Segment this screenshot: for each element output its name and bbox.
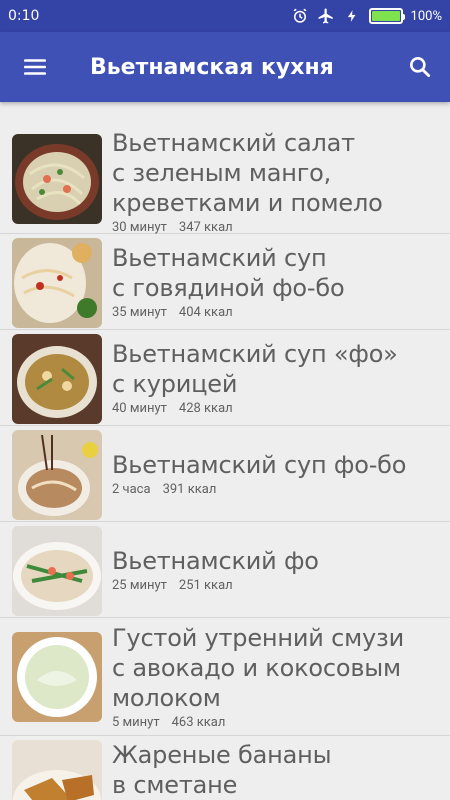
recipe-time: 40 минут: [112, 401, 167, 416]
hamburger-menu-icon: [23, 59, 47, 75]
recipe-time: 2 часа: [112, 482, 151, 497]
recipe-thumbnail: [12, 526, 102, 616]
recipe-title: Жареные бананы в сметане: [112, 740, 440, 800]
recipe-title: Вьетнамский фо: [112, 546, 440, 576]
recipe-text: Вьетнамский суп «фо» с курицей 40 минут 4…: [112, 334, 440, 421]
status-icons: 100%: [291, 7, 442, 25]
recipe-title-line: Вьетнамский суп: [112, 244, 327, 272]
recipe-thumbnail: [12, 134, 102, 224]
recipe-item[interactable]: Вьетнамский суп с говядиной фо-бо 35 мин…: [0, 234, 450, 330]
recipe-thumbnail: [12, 631, 102, 722]
recipe-text: Вьетнамский суп с говядиной фо-бо 35 мин…: [112, 238, 440, 325]
recipe-time: 5 минут: [112, 715, 160, 730]
recipe-text: Густой утренний смузи с авокадо и кокосо…: [112, 622, 440, 731]
recipe-title-line: Вьетнамский суп «фо»: [112, 340, 398, 368]
alarm-icon: [291, 7, 309, 25]
recipe-title-line: с авокадо и кокосовым: [112, 654, 401, 682]
recipe-list[interactable]: Вьетнамский салат с зеленым манго, креве…: [0, 102, 450, 800]
recipe-kcal: 428 ккал: [178, 401, 233, 416]
recipe-title: Вьетнамский салат с зеленым манго, креве…: [112, 128, 440, 218]
recipe-item[interactable]: Вьетнамский суп «фо» с курицей 40 минут 4…: [0, 330, 450, 426]
page-title: Вьетнамская кухня: [90, 54, 334, 80]
battery-text: 100%: [410, 8, 442, 24]
recipe-kcal: 463 ккал: [171, 715, 226, 730]
recipe-meta: 5 минут 463 ккал: [112, 715, 440, 730]
recipe-item[interactable]: Вьетнамский фо 25 минут 251 ккал: [0, 522, 450, 618]
recipe-text: Вьетнамский салат с зеленым манго, креве…: [112, 129, 440, 235]
charging-icon: [343, 7, 361, 25]
recipe-title: Вьетнамский суп «фо» с курицей: [112, 339, 440, 399]
app-bar: Вьетнамская кухня: [0, 32, 450, 102]
recipe-meta: 40 минут 428 ккал: [112, 401, 440, 416]
recipe-title-line: Вьетнамский фо: [112, 547, 319, 575]
recipe-title-line: с курицей: [112, 370, 238, 398]
recipe-meta: 2 часа 391 ккал: [112, 482, 440, 497]
recipe-text: Вьетнамский суп фо-бо 2 часа 391 ккал: [112, 430, 440, 517]
recipe-title-line: в сметане: [112, 771, 238, 799]
recipe-title-line: с говядиной фо-бо: [112, 274, 345, 302]
recipe-time: 30 минут: [112, 220, 167, 235]
recipe-kcal: 404 ккал: [178, 305, 233, 320]
recipe-time: 25 минут: [112, 578, 167, 593]
recipe-title-line: Вьетнамский салат: [112, 129, 355, 157]
recipe-thumbnail: [12, 740, 102, 800]
recipe-thumbnail: [12, 430, 102, 520]
recipe-title-line: креветками и помело: [112, 189, 383, 217]
recipe-title: Вьетнамский суп фо-бо: [112, 450, 440, 480]
recipe-text: Жареные бананы в сметане: [112, 740, 440, 800]
status-time: 0:10: [8, 8, 40, 24]
recipe-title: Густой утренний смузи с авокадо и кокосо…: [112, 623, 440, 713]
recipe-title-line: молоком: [112, 684, 221, 712]
recipe-title-line: с зеленым манго,: [112, 159, 332, 187]
recipe-kcal: 347 ккал: [178, 220, 233, 235]
recipe-item[interactable]: Густой утренний смузи с авокадо и кокосо…: [0, 618, 450, 736]
recipe-title-line: Густой утренний смузи: [112, 624, 404, 652]
recipe-kcal: 391 ккал: [162, 482, 217, 497]
recipe-title-line: Вьетнамский суп фо-бо: [112, 451, 407, 479]
recipe-item[interactable]: Жареные бананы в сметане: [0, 736, 450, 800]
recipe-title-line: Жареные бананы: [112, 741, 332, 769]
search-button[interactable]: [390, 32, 450, 102]
recipe-text: Вьетнамский фо 25 минут 251 ккал: [112, 526, 440, 613]
recipe-thumbnail: [12, 334, 102, 424]
recipe-kcal: 251 ккал: [178, 578, 233, 593]
recipe-meta: 35 минут 404 ккал: [112, 305, 440, 320]
status-bar: 0:10 100%: [0, 0, 450, 32]
recipe-meta: 25 минут 251 ккал: [112, 578, 440, 593]
recipe-item[interactable]: Вьетнамский салат с зеленым манго, креве…: [0, 129, 450, 235]
search-icon: [410, 57, 431, 78]
recipe-thumbnail: [12, 238, 102, 328]
recipe-meta: 30 минут 347 ккал: [112, 220, 440, 235]
recipe-item[interactable]: Вьетнамский суп фо-бо 2 часа 391 ккал: [0, 426, 450, 522]
menu-button[interactable]: [0, 32, 70, 102]
recipe-title: Вьетнамский суп с говядиной фо-бо: [112, 243, 440, 303]
airplane-icon: [317, 7, 335, 25]
recipe-time: 35 минут: [112, 305, 167, 320]
battery-icon: [368, 8, 405, 24]
